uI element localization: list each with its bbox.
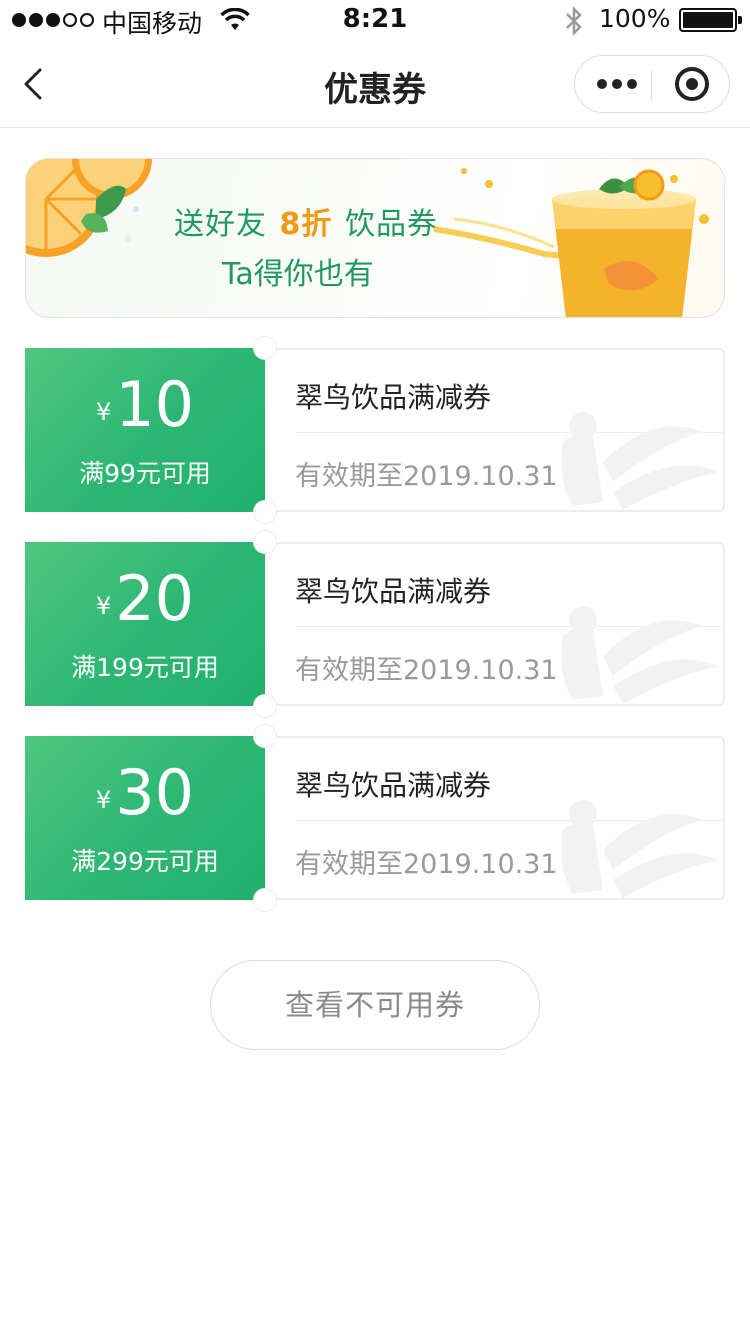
more-options-icon[interactable] — [597, 79, 637, 89]
coupon-name: 翠鸟饮品满减券 — [295, 769, 492, 802]
status-bar: 中国移动 8:21 100% — [0, 0, 750, 40]
coupon-value-panel: ¥10 满99元可用 — [25, 348, 265, 512]
coupon-amount-value: 30 — [115, 756, 195, 829]
currency-symbol: ¥ — [95, 786, 112, 814]
coupon-condition: 满199元可用 — [71, 653, 219, 682]
kingfisher-watermark-icon — [561, 606, 718, 704]
coupon-name: 翠鸟饮品满减券 — [295, 575, 492, 608]
coupon-card[interactable]: ¥30 满299元可用 翠鸟饮品满减券 有效期至2019.10.31 — [25, 724, 725, 912]
coupon-amount: ¥30 — [25, 756, 265, 829]
banner-headline: 送好友 8折 饮品券 — [174, 189, 438, 245]
coupon-name: 翠鸟饮品满减券 — [295, 381, 492, 414]
coupon-expiry: 有效期至2019.10.31 — [295, 849, 558, 880]
view-unusable-coupons-button[interactable]: 查看不可用券 — [210, 960, 540, 1050]
capsule-divider — [651, 70, 652, 100]
coupon-notch — [253, 530, 277, 554]
kingfisher-watermark-icon — [561, 800, 718, 898]
coupon-card[interactable]: ¥20 满199元可用 翠鸟饮品满减券 有效期至2019.10.31 — [25, 530, 725, 718]
coupon-expiry: 有效期至2019.10.31 — [295, 461, 558, 492]
battery-percentage: 100% — [599, 4, 671, 33]
coupon-amount: ¥20 — [25, 562, 265, 635]
navigation-bar: 优惠券 — [0, 40, 750, 128]
currency-symbol: ¥ — [95, 398, 112, 426]
kingfisher-watermark-icon — [561, 412, 718, 510]
bluetooth-icon — [566, 6, 582, 36]
coupon-condition: 满99元可用 — [79, 459, 211, 488]
currency-symbol: ¥ — [95, 592, 112, 620]
miniprogram-capsule — [574, 55, 730, 113]
share-promo-banner[interactable]: 送好友 8折 饮品券 Ta得你也有 — [25, 158, 725, 318]
coupon-value-panel: ¥30 满299元可用 — [25, 736, 265, 900]
battery-icon — [679, 8, 742, 32]
coupon-notch — [253, 500, 277, 524]
banner-subline: Ta得你也有 — [216, 249, 380, 293]
drink-cup-illustration — [434, 168, 709, 317]
coupon-amount-value: 20 — [115, 562, 195, 635]
coupon-amount-value: 10 — [115, 368, 195, 441]
coupon-notch — [253, 694, 277, 718]
orange-slice-icon — [26, 159, 152, 257]
coupon-notch — [253, 724, 277, 748]
coupon-info-panel: 翠鸟饮品满减券 有效期至2019.10.31 — [265, 542, 725, 706]
close-target-icon[interactable] — [675, 67, 709, 101]
coupon-notch — [253, 888, 277, 912]
coupon-notch — [253, 336, 277, 360]
coupon-expiry: 有效期至2019.10.31 — [295, 655, 558, 686]
coupon-info-panel: 翠鸟饮品满减券 有效期至2019.10.31 — [265, 736, 725, 900]
coupon-value-panel: ¥20 满199元可用 — [25, 542, 265, 706]
coupon-info-panel: 翠鸟饮品满减券 有效期至2019.10.31 — [265, 348, 725, 512]
discount-highlight: 8折 — [273, 189, 335, 245]
coupon-card[interactable]: ¥10 满99元可用 翠鸟饮品满减券 有效期至2019.10.31 — [25, 336, 725, 524]
coupon-amount: ¥10 — [25, 368, 265, 441]
coupon-condition: 满299元可用 — [71, 847, 219, 876]
